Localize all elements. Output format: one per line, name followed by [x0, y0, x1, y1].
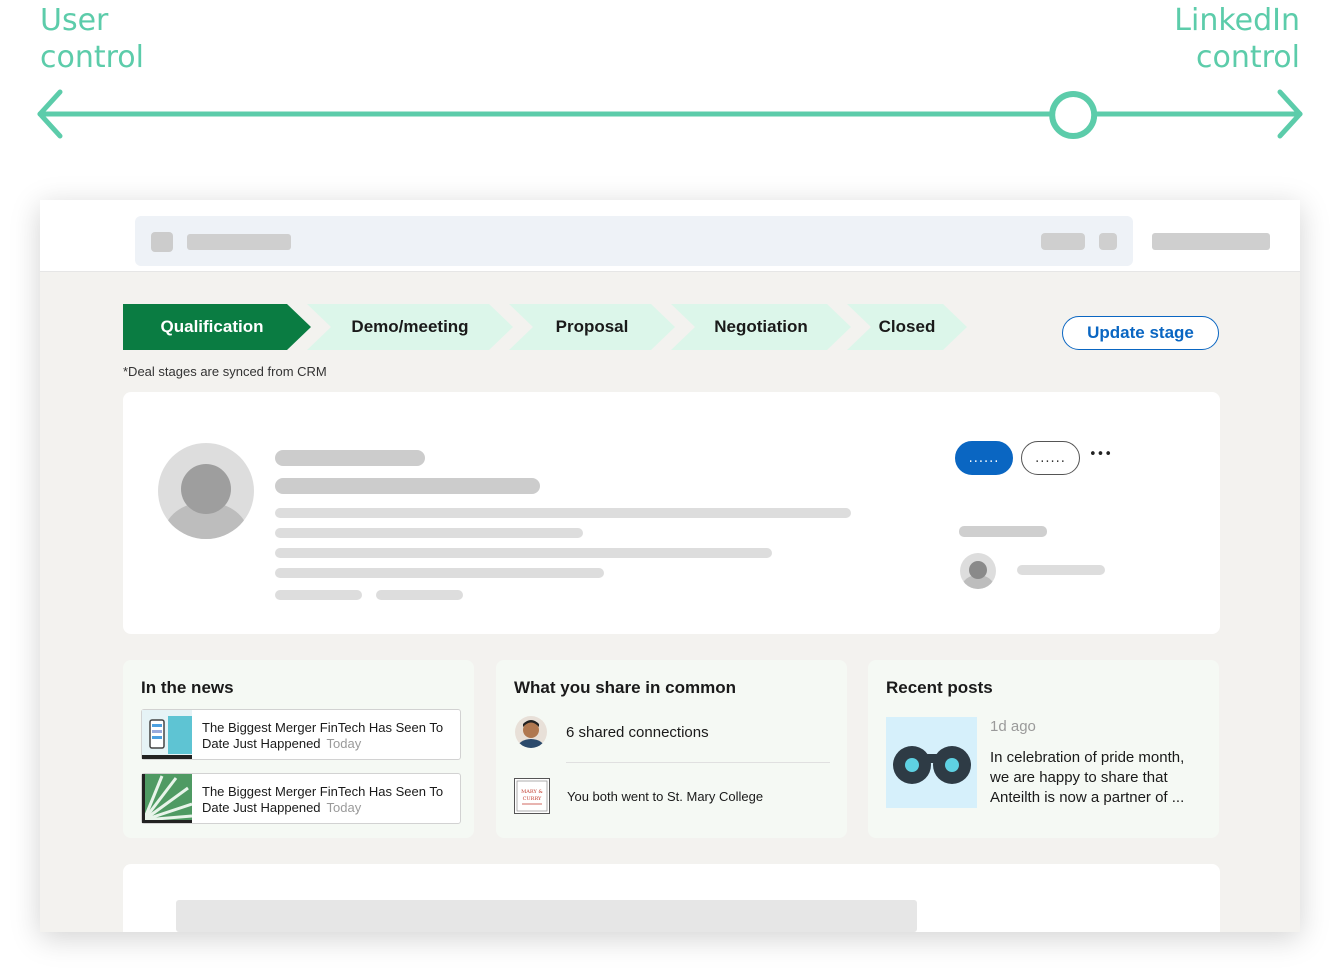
- search-icon: [151, 232, 173, 252]
- news-headline: The Biggest Merger FinTech Has Seen To D…: [202, 720, 444, 751]
- owner-name-placeholder: [1017, 565, 1105, 575]
- user-control-label-line1: User: [40, 3, 109, 38]
- secondary-action-button[interactable]: ......: [1021, 441, 1080, 475]
- stage-demo-meeting[interactable]: Demo/meeting: [307, 304, 513, 350]
- news-text: The Biggest Merger FinTech Has Seen To D…: [202, 784, 457, 816]
- news-item[interactable]: The Biggest Merger FinTech Has Seen To D…: [141, 709, 461, 760]
- update-stage-button[interactable]: Update stage: [1062, 316, 1219, 350]
- shared-school-row[interactable]: MARY & CURRY You both went to St. Mary C…: [514, 778, 832, 814]
- nav-placeholder[interactable]: [1041, 233, 1085, 250]
- linkedin-control-label-line1: LinkedIn: [1174, 3, 1300, 38]
- linkedin-control-label: LinkedIn control: [1174, 2, 1300, 76]
- profile-avatar: [158, 443, 254, 539]
- posts-title: Recent posts: [886, 678, 993, 697]
- user-control-label: User control: [40, 2, 144, 76]
- school-logo-line1: MARY &: [521, 789, 543, 795]
- scale-position-marker: [1049, 91, 1098, 139]
- stage-proposal[interactable]: Proposal: [509, 304, 675, 350]
- more-options-icon[interactable]: •••: [1089, 447, 1112, 462]
- search-bar[interactable]: [135, 216, 1133, 266]
- news-card: In the news The Biggest Merger FinTech H…: [123, 660, 474, 838]
- stage-qualification[interactable]: Qualification: [123, 304, 311, 350]
- stage-label: Proposal: [555, 317, 629, 336]
- stage-label: Qualification: [160, 317, 264, 336]
- shared-school-text: You both went to St. Mary College: [567, 788, 764, 804]
- stage-negotiation[interactable]: Negotiation: [671, 304, 851, 350]
- linkedin-control-label-line2: control: [1196, 40, 1300, 75]
- shared-connections-text: 6 shared connections: [566, 723, 709, 741]
- news-title: In the news: [141, 678, 234, 697]
- news-headline: The Biggest Merger FinTech Has Seen To D…: [202, 784, 444, 815]
- owner-avatar: [960, 553, 996, 589]
- profile-name-placeholder: [275, 450, 425, 466]
- account-placeholder[interactable]: [1152, 233, 1270, 250]
- connection-avatar: [515, 716, 547, 748]
- profile-card: [123, 392, 1220, 634]
- posts-card: Recent posts 1d ago In celebration of pr…: [868, 660, 1219, 838]
- stage-label: Demo/meeting: [351, 317, 469, 336]
- news-text: The Biggest Merger FinTech Has Seen To D…: [202, 720, 457, 752]
- post-time: 1d ago: [990, 718, 1036, 735]
- news-time: Today: [326, 800, 362, 815]
- common-divider: [566, 762, 830, 763]
- school-logo: MARY & CURRY: [514, 778, 550, 814]
- user-control-label-line2: control: [40, 40, 144, 75]
- stage-closed[interactable]: Closed: [847, 304, 967, 350]
- bottom-card: [123, 864, 1220, 932]
- profile-tag-placeholder: [376, 590, 463, 600]
- top-navigation-bar: [40, 200, 1300, 272]
- nav-icon[interactable]: [1099, 233, 1117, 250]
- shared-connections-row[interactable]: 6 shared connections: [514, 714, 832, 750]
- news-thumbnail-fintech: [142, 710, 192, 759]
- common-title: What you share in common: [514, 678, 736, 697]
- owner-label-placeholder: [959, 526, 1047, 537]
- common-card: What you share in common 6 shared connec…: [496, 660, 847, 838]
- profile-line-placeholder: [275, 528, 583, 538]
- app-window: Qualification Demo/meeting Proposal Nego…: [40, 200, 1300, 932]
- bottom-placeholder: [176, 900, 917, 932]
- news-item[interactable]: The Biggest Merger FinTech Has Seen To D…: [141, 773, 461, 824]
- profile-line-placeholder: [275, 568, 604, 578]
- primary-action-button[interactable]: ......: [955, 441, 1013, 475]
- profile-line-placeholder: [275, 508, 851, 518]
- stage-label: Closed: [878, 317, 936, 336]
- news-time: Today: [326, 736, 362, 751]
- sync-note: *Deal stages are synced from CRM: [123, 364, 327, 379]
- profile-line-placeholder: [275, 548, 772, 558]
- post-text[interactable]: In celebration of pride month, we are ha…: [990, 748, 1205, 808]
- profile-headline-placeholder: [275, 478, 540, 494]
- news-thumbnail-rays: [142, 774, 192, 823]
- deal-stage-tracker: Qualification Demo/meeting Proposal Nego…: [123, 304, 983, 350]
- control-scale: [37, 89, 1303, 139]
- post-image-binoculars[interactable]: [886, 717, 977, 808]
- stage-label: Negotiation: [714, 317, 808, 336]
- school-logo-line2: CURRY: [523, 796, 542, 802]
- profile-tag-placeholder: [275, 590, 362, 600]
- search-placeholder: [187, 234, 291, 250]
